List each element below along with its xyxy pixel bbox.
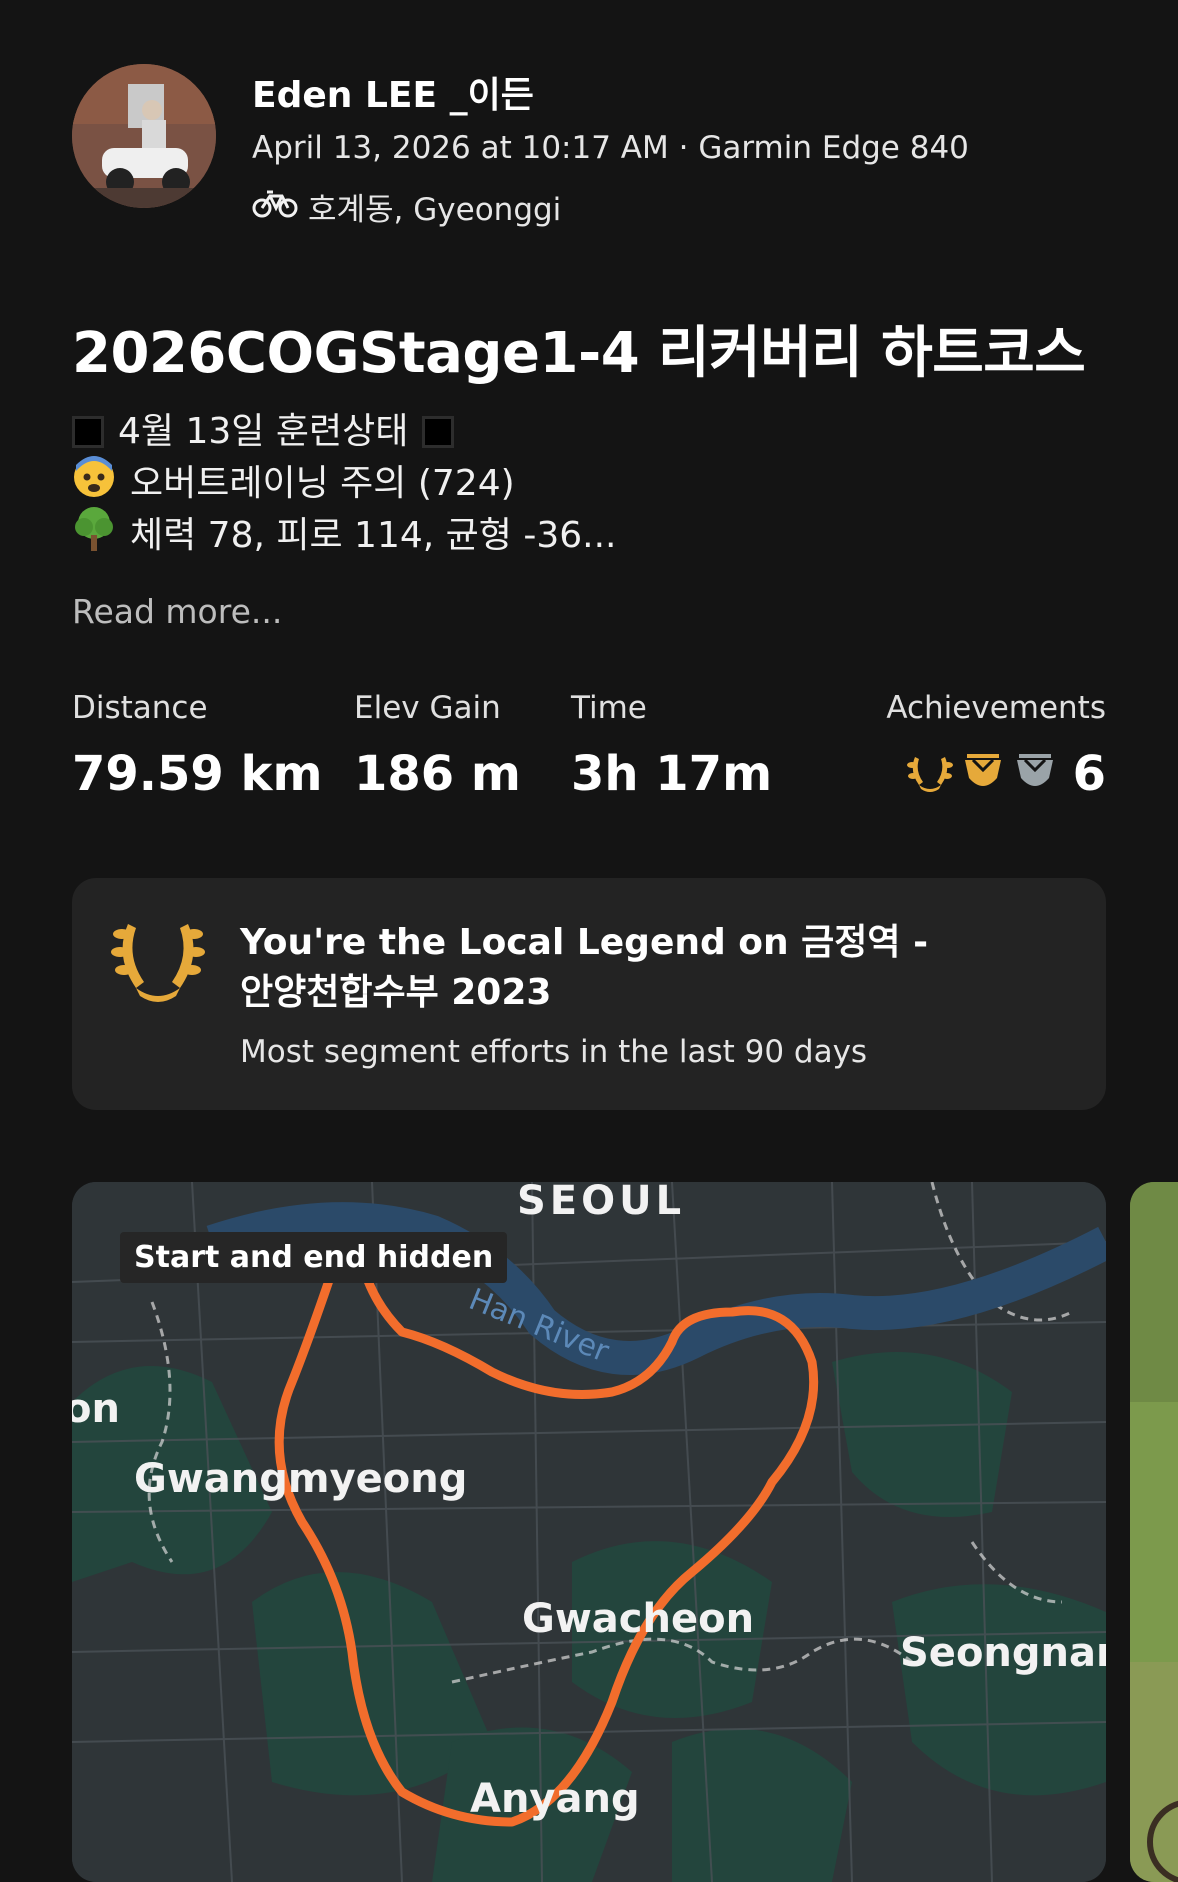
laurel-icon xyxy=(905,749,955,799)
stat-label: Distance xyxy=(72,690,208,726)
stat-value: 79.59 km xyxy=(72,746,323,802)
map-label-anyang: Anyang xyxy=(470,1776,640,1822)
map-label-partial: on xyxy=(72,1386,120,1432)
description-text: 체력 78, 피로 114, 균형 -36... xyxy=(130,515,617,556)
legend-title: You're the Local Legend on 금정역 - 안양천합수부 … xyxy=(240,918,928,1018)
stat-achievements[interactable]: Achievements 6 xyxy=(886,690,1106,802)
activity-date-device: April 13, 2026 at 10:17 AM · Garmin Edge… xyxy=(252,130,969,166)
stat-label: Elev Gain xyxy=(354,690,501,726)
stat-time: Time 3h 17m xyxy=(571,690,772,802)
stat-label: Time xyxy=(571,690,647,726)
stat-distance: Distance 79.59 km xyxy=(72,690,322,802)
tree-icon xyxy=(72,505,116,568)
location-text: 호계동, Gyeonggi xyxy=(308,192,562,228)
gold-trophy-icon xyxy=(959,748,1007,800)
privacy-badge: Start and end hidden xyxy=(120,1232,508,1283)
silver-trophy-icon xyxy=(1011,748,1059,800)
avatar[interactable] xyxy=(72,64,216,208)
activity-location: 호계동, Gyeonggi xyxy=(252,184,561,229)
description-text: 4월 13일 훈련상태 xyxy=(118,411,409,452)
read-more-link[interactable]: Read more... xyxy=(72,592,282,631)
activity-title[interactable]: 2026COGStage1-4 리커버리 하트코스 xyxy=(72,308,1086,389)
map-label-gwacheon: Gwacheon xyxy=(522,1596,754,1642)
description-line-3: 체력 78, 피로 114, 균형 -36... xyxy=(72,506,617,562)
map-label-seoul: SEOUL xyxy=(517,1182,685,1224)
stat-value: 6 xyxy=(1072,746,1106,802)
description-line-2: 오버트레이닝 주의 (724) xyxy=(72,455,616,510)
stat-value: 3h 17m xyxy=(571,746,773,802)
black-square-icon xyxy=(422,416,455,448)
activity-description: 4월 13일 훈련상태 오버트레이닝 주의 (724) 체력 78, 피로 11… xyxy=(72,406,616,562)
bike-icon xyxy=(252,187,298,227)
map-label-seongnam: Seongnar xyxy=(900,1630,1106,1676)
description-line-1: 4월 13일 훈련상태 xyxy=(72,406,616,458)
stat-value: 186 m xyxy=(354,746,521,802)
legend-title-line: 안양천합수부 2023 xyxy=(240,972,552,1013)
stat-label: Achievements xyxy=(886,690,1106,726)
stat-elev-gain: Elev Gain 186 m xyxy=(354,690,521,802)
laurel-icon xyxy=(108,914,208,1008)
activity-photo-thumbnail[interactable] xyxy=(1130,1182,1178,1882)
route-map[interactable]: SEOUL Han River on Gwangmyeong Gwacheon … xyxy=(72,1182,1106,1882)
local-legend-card[interactable]: You're the Local Legend on 금정역 - 안양천합수부 … xyxy=(72,878,1106,1110)
description-text: 오버트레이닝 주의 (724) xyxy=(130,463,515,504)
legend-title-line: You're the Local Legend on 금정역 - xyxy=(240,922,929,963)
map-label-gwangmyeong: Gwangmyeong xyxy=(134,1456,467,1502)
athlete-name[interactable]: Eden LEE _이든 xyxy=(252,66,534,118)
black-square-icon xyxy=(72,416,104,448)
legend-subtitle: Most segment efforts in the last 90 days xyxy=(240,1034,868,1070)
